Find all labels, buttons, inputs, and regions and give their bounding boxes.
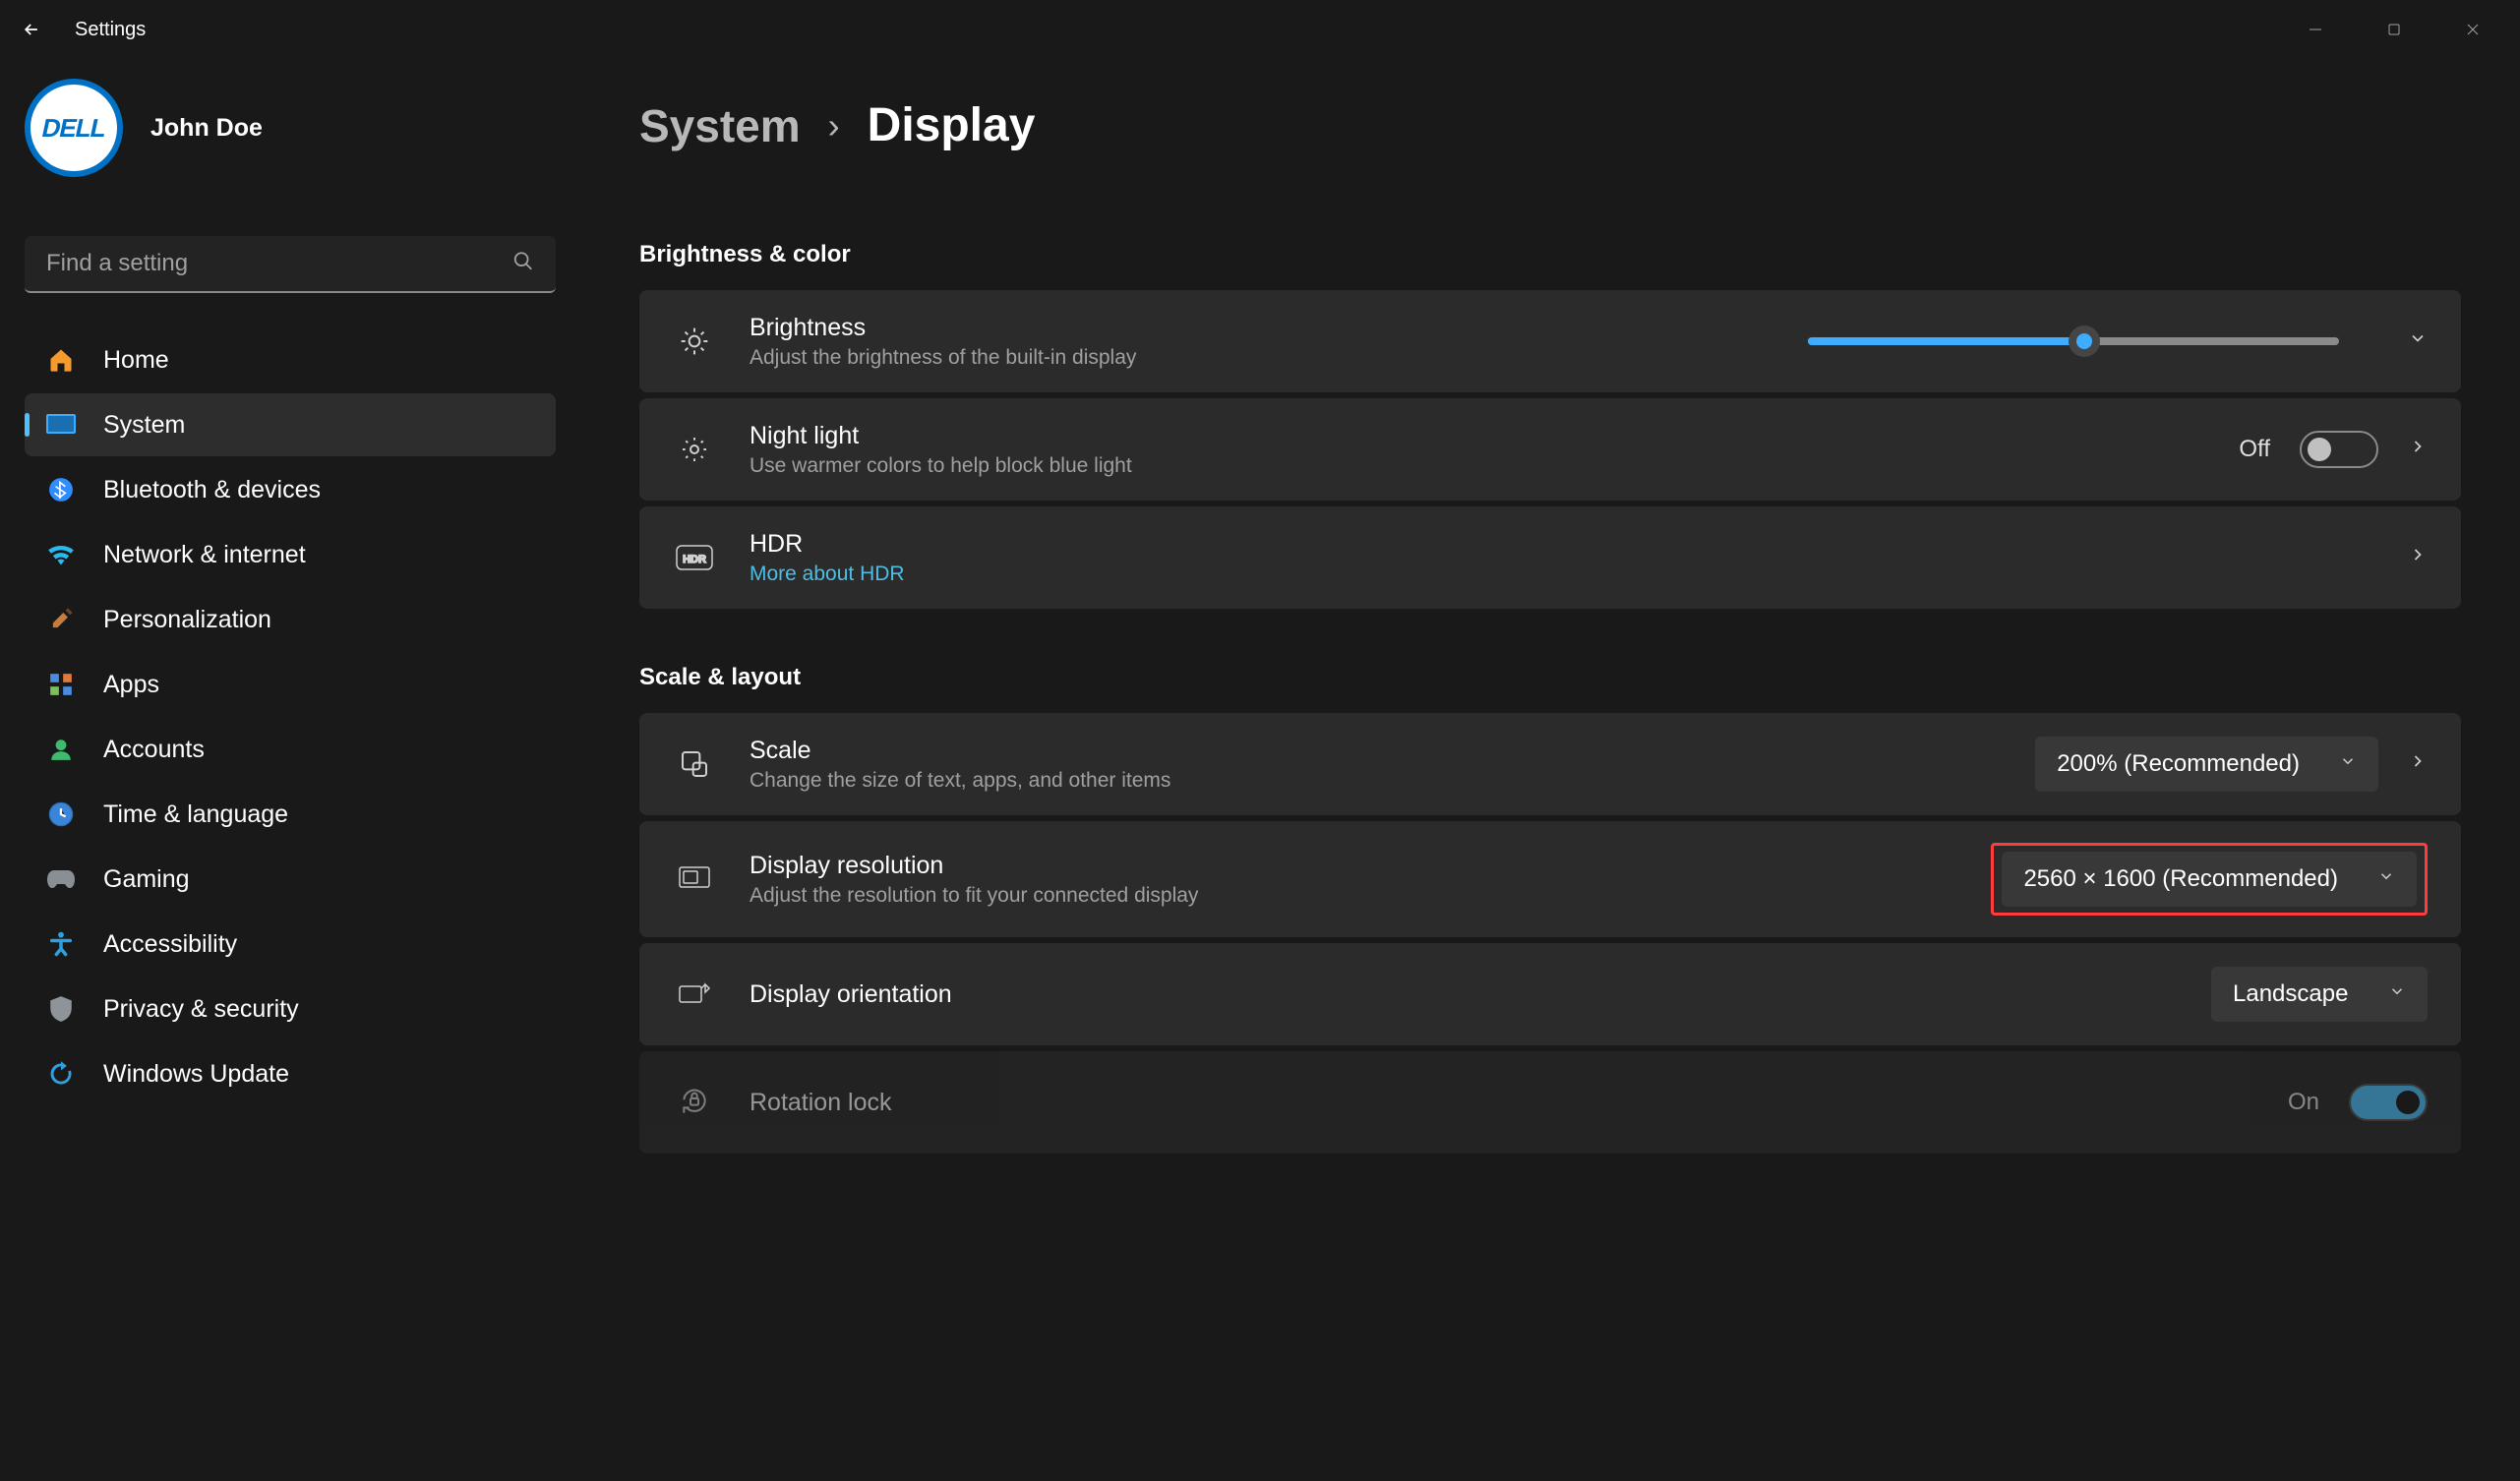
row-orientation[interactable]: Display orientation Landscape [639, 943, 2461, 1045]
row-brightness[interactable]: Brightness Adjust the brightness of the … [639, 290, 2461, 392]
resolution-desc: Adjust the resolution to fit your connec… [750, 884, 1198, 908]
resolution-dropdown[interactable]: 2560 × 1600 (Recommended) [2002, 852, 2417, 907]
chevron-down-icon[interactable] [2408, 328, 2428, 354]
orientation-title: Display orientation [750, 980, 952, 1009]
scale-title: Scale [750, 737, 1170, 765]
brush-icon [46, 605, 76, 634]
sun-icon [673, 326, 716, 357]
minimize-button[interactable] [2276, 6, 2355, 53]
user-name: John Doe [150, 114, 263, 143]
shield-icon [46, 994, 76, 1024]
maximize-button[interactable] [2355, 6, 2433, 53]
bluetooth-icon [46, 475, 76, 504]
nav-item-accessibility[interactable]: Accessibility [25, 913, 556, 976]
nav-item-accounts[interactable]: Accounts [25, 718, 556, 781]
scale-dropdown[interactable]: 200% (Recommended) [2035, 737, 2378, 792]
person-icon [46, 735, 76, 764]
rotation-lock-icon [673, 1087, 716, 1118]
rotation-lock-title: Rotation lock [750, 1089, 892, 1117]
chevron-right-icon[interactable] [2408, 437, 2428, 462]
search-box [25, 236, 556, 293]
nav-item-personalization[interactable]: Personalization [25, 588, 556, 651]
nav-item-home[interactable]: Home [25, 328, 556, 391]
brightness-title: Brightness [750, 314, 1136, 342]
nav-item-time[interactable]: Time & language [25, 783, 556, 846]
night-light-state: Off [2239, 436, 2270, 463]
nav-item-update[interactable]: Windows Update [25, 1042, 556, 1105]
search-icon [512, 251, 534, 279]
brightness-slider[interactable] [1808, 337, 2339, 345]
hdr-link[interactable]: More about HDR [750, 563, 905, 586]
section-title-scale: Scale & layout [639, 664, 2461, 691]
resolution-value: 2560 × 1600 (Recommended) [2023, 865, 2338, 893]
night-light-desc: Use warmer colors to help block blue lig… [750, 454, 1132, 478]
rotation-lock-toggle [2349, 1084, 2428, 1121]
chevron-down-icon [2377, 867, 2395, 891]
clock-icon [46, 800, 76, 829]
orientation-dropdown[interactable]: Landscape [2211, 967, 2428, 1022]
row-hdr[interactable]: HDR HDR More about HDR [639, 506, 2461, 609]
hdr-icon: HDR [673, 545, 716, 570]
nav-item-bluetooth[interactable]: Bluetooth & devices [25, 458, 556, 521]
breadcrumb: System › Display [639, 98, 2461, 152]
nav-item-apps[interactable]: Apps [25, 653, 556, 716]
system-icon [46, 410, 76, 440]
accessibility-icon [46, 929, 76, 959]
row-rotation-lock: Rotation lock On [639, 1051, 2461, 1154]
night-light-title: Night light [750, 422, 1132, 450]
row-scale[interactable]: Scale Change the size of text, apps, and… [639, 713, 2461, 815]
resolution-highlight: 2560 × 1600 (Recommended) [1991, 843, 2428, 916]
row-night-light[interactable]: Night light Use warmer colors to help bl… [639, 398, 2461, 501]
rotation-lock-state: On [2288, 1089, 2319, 1116]
main-content: System › Display Brightness & color Brig… [580, 59, 2520, 1481]
title-bar: Settings [0, 0, 2520, 59]
resolution-title: Display resolution [750, 852, 1198, 880]
back-button[interactable] [8, 6, 55, 53]
nav-item-privacy[interactable]: Privacy & security [25, 977, 556, 1040]
nav-item-gaming[interactable]: Gaming [25, 848, 556, 911]
chevron-down-icon [2388, 982, 2406, 1006]
search-input[interactable] [25, 236, 556, 293]
chevron-down-icon [2339, 752, 2357, 776]
chevron-right-icon[interactable] [2408, 545, 2428, 570]
scale-desc: Change the size of text, apps, and other… [750, 769, 1170, 793]
wifi-icon [46, 540, 76, 569]
page-title: Display [868, 98, 1036, 152]
app-title: Settings [75, 19, 146, 41]
gamepad-icon [46, 864, 76, 894]
section-title-brightness: Brightness & color [639, 241, 2461, 268]
scale-icon [673, 748, 716, 780]
breadcrumb-parent[interactable]: System [639, 99, 801, 152]
hdr-title: HDR [750, 530, 905, 559]
night-light-toggle[interactable] [2300, 431, 2378, 468]
chevron-right-icon: › [828, 105, 840, 147]
chevron-right-icon[interactable] [2408, 751, 2428, 777]
sidebar: DELL John Doe Home System [0, 59, 580, 1481]
orientation-value: Landscape [2233, 980, 2348, 1008]
night-light-icon [673, 434, 716, 465]
orientation-icon [673, 980, 716, 1008]
resolution-icon [673, 865, 716, 893]
home-icon [46, 345, 76, 375]
row-resolution[interactable]: Display resolution Adjust the resolution… [639, 821, 2461, 937]
scale-value: 200% (Recommended) [2057, 750, 2300, 778]
update-icon [46, 1059, 76, 1089]
brightness-desc: Adjust the brightness of the built-in di… [750, 346, 1136, 370]
profile-block[interactable]: DELL John Doe [25, 79, 556, 177]
nav-item-network[interactable]: Network & internet [25, 523, 556, 586]
nav-item-system[interactable]: System [25, 393, 556, 456]
avatar: DELL [25, 79, 123, 177]
close-button[interactable] [2433, 6, 2512, 53]
nav: Home System Bluetooth & devices Network … [25, 328, 556, 1105]
apps-icon [46, 670, 76, 699]
window-controls [2276, 6, 2512, 53]
svg-text:HDR: HDR [683, 554, 706, 565]
